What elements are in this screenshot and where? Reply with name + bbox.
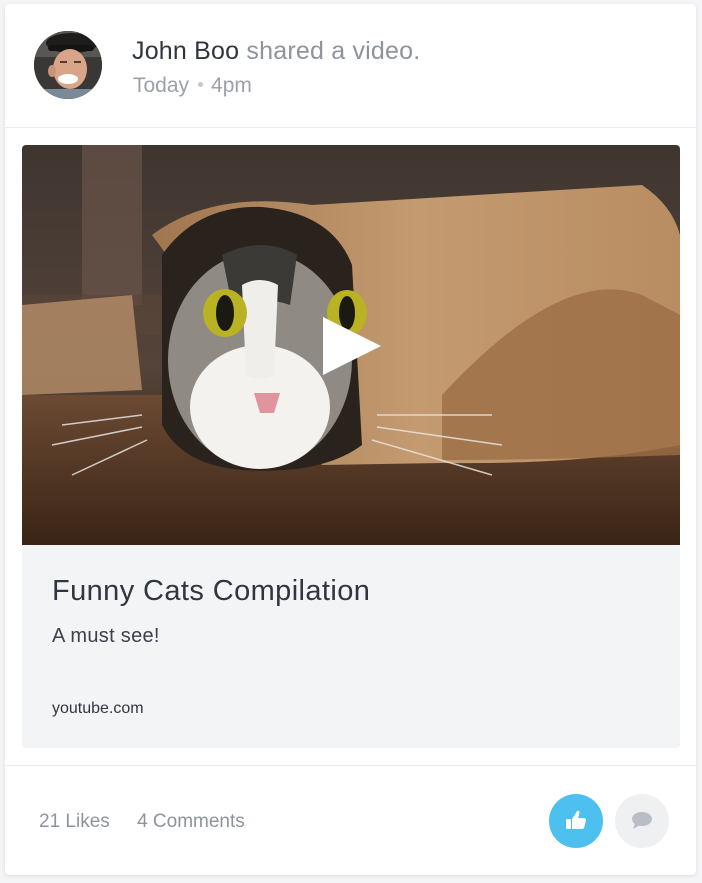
video-source-domain[interactable]: youtube.com bbox=[52, 700, 144, 718]
post-author-line: John Boo shared a video. bbox=[132, 37, 420, 66]
like-button[interactable] bbox=[549, 794, 603, 848]
speech-bubble-icon bbox=[632, 812, 652, 829]
thumbs-up-icon bbox=[566, 810, 586, 829]
separator-dot bbox=[198, 81, 204, 87]
post-stats: 21 Likes 4 Comments bbox=[39, 811, 245, 833]
video-title[interactable]: Funny Cats Compilation bbox=[52, 575, 370, 608]
video-preview[interactable]: Funny Cats Compilation A must see! youtu… bbox=[22, 145, 680, 748]
post-timestamp: Today 4pm bbox=[133, 74, 252, 98]
avatar-photo bbox=[34, 31, 102, 99]
video-info: Funny Cats Compilation A must see! youtu… bbox=[22, 545, 680, 748]
post-footer: 21 Likes 4 Comments bbox=[5, 765, 696, 876]
video-thumbnail[interactable] bbox=[22, 145, 680, 545]
post-time: 4pm bbox=[211, 74, 252, 97]
post-action-text: shared a video. bbox=[246, 37, 421, 65]
author-avatar[interactable] bbox=[34, 31, 102, 99]
likes-count[interactable]: 21 Likes bbox=[39, 811, 110, 832]
post-header: John Boo shared a video. Today 4pm bbox=[5, 4, 696, 128]
play-icon[interactable] bbox=[321, 315, 383, 377]
author-name[interactable]: John Boo bbox=[132, 37, 239, 65]
post-card: John Boo shared a video. Today 4pm Funny… bbox=[5, 4, 696, 875]
comments-count[interactable]: 4 Comments bbox=[137, 811, 245, 832]
post-date: Today bbox=[133, 74, 190, 97]
video-description: A must see! bbox=[52, 625, 160, 647]
comment-button[interactable] bbox=[615, 794, 669, 848]
